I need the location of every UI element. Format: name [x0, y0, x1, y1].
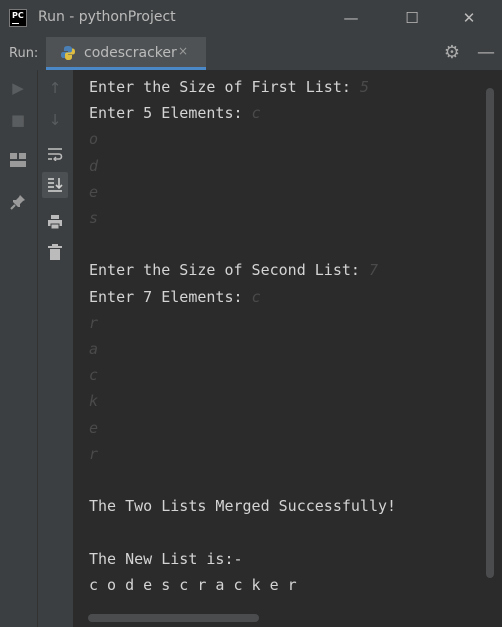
print-glyph [48, 215, 62, 230]
console-user-input: s [89, 209, 99, 227]
run-icon[interactable]: ▶ [6, 76, 30, 100]
console-line-text: c o d e s c r a c k e r [89, 575, 297, 594]
print-icon[interactable] [43, 210, 67, 234]
layout-icon[interactable] [6, 148, 30, 172]
tab-close-icon[interactable]: × [178, 44, 188, 58]
console-line-text: Enter the Size of First List: [89, 78, 360, 96]
console-line: e [89, 419, 98, 437]
pycharm-logo-icon: PC [9, 9, 27, 27]
soft-wrap-icon[interactable] [43, 142, 67, 166]
python-icon [61, 46, 75, 60]
console-line: k [89, 392, 98, 410]
console-line: c [89, 366, 98, 384]
console-line: o [89, 130, 98, 148]
console-user-input: c [251, 104, 261, 123]
tab-label: codescracker [84, 45, 177, 61]
console-user-input: e [89, 418, 99, 437]
scroll-to-end-glyph [48, 178, 63, 192]
console-line: r [89, 314, 98, 332]
console-line: The Two Lists Merged Successfully! [89, 497, 396, 515]
window-minimize-button[interactable]: — [339, 6, 363, 30]
console-user-input: c [89, 366, 99, 385]
layout-glyph [10, 153, 26, 167]
window-close-button[interactable]: ✕ [457, 6, 481, 30]
minimize-icon[interactable]: — [476, 43, 496, 63]
console-line-text: Enter 5 Elements: [89, 104, 252, 123]
console-line: r [89, 445, 98, 463]
console-user-input: c [251, 287, 261, 306]
console-line-text: Enter 7 Elements: [89, 287, 252, 306]
scroll-to-end-icon[interactable] [42, 172, 68, 198]
title-bar: PC Run - pythonProject — ☐ ✕ [0, 0, 502, 37]
console-line: Enter the Size of Second List: 7 [89, 261, 378, 279]
window-title: Run - pythonProject [38, 9, 176, 25]
tab-codescracker[interactable]: codescracker × [46, 37, 206, 70]
console-user-input: r [89, 444, 99, 463]
horizontal-scrollbar[interactable] [88, 614, 259, 622]
run-toolbar: Run: codescracker × ⚙ — [0, 37, 502, 70]
console-user-input: a [89, 340, 99, 358]
soft-wrap-glyph [48, 148, 63, 162]
console-line: Enter 5 Elements: c [89, 104, 261, 122]
console-user-input: r [89, 313, 99, 332]
console-line: Enter 7 Elements: c [89, 288, 261, 306]
console-line: Enter the Size of First List: 5 [89, 78, 369, 96]
window-maximize-button[interactable]: ☐ [400, 6, 424, 30]
console-line: c o d e s c r a c k e r [89, 576, 297, 594]
console-line: s [89, 209, 98, 227]
console-action-bar: ↑ ↓ [37, 70, 73, 627]
trash-glyph [48, 244, 62, 260]
console-user-input: 5 [359, 78, 369, 96]
console-user-input: e [89, 182, 99, 201]
console-user-input: o [89, 130, 99, 149]
gear-icon[interactable]: ⚙ [442, 43, 462, 63]
vertical-scrollbar[interactable] [486, 88, 494, 578]
app-icon-text: PC [12, 11, 24, 20]
console-user-input: d [89, 156, 99, 175]
run-label: Run: [9, 46, 39, 61]
console-user-input: 7 [368, 261, 378, 280]
console-output[interactable]: Enter the Size of First List: 5 Enter 5 E… [73, 70, 486, 610]
stop-icon[interactable]: ■ [6, 108, 30, 132]
up-arrow-icon[interactable]: ↑ [43, 76, 67, 100]
pin-glyph [10, 195, 25, 210]
trash-icon[interactable] [43, 240, 67, 264]
console-line: d [89, 157, 98, 175]
console-line-text: The New List is:- [89, 549, 243, 568]
console-line-text: The Two Lists Merged Successfully! [89, 497, 397, 516]
console-line: The New List is:- [89, 550, 243, 568]
left-action-bar: ▶ ■ [0, 70, 37, 627]
down-arrow-icon[interactable]: ↓ [43, 108, 67, 132]
pin-icon[interactable] [6, 190, 30, 214]
console-line-text: Enter the Size of Second List: [89, 261, 369, 280]
console-line: e [89, 183, 98, 201]
console-user-input: k [89, 392, 99, 411]
console-line: a [89, 340, 98, 358]
